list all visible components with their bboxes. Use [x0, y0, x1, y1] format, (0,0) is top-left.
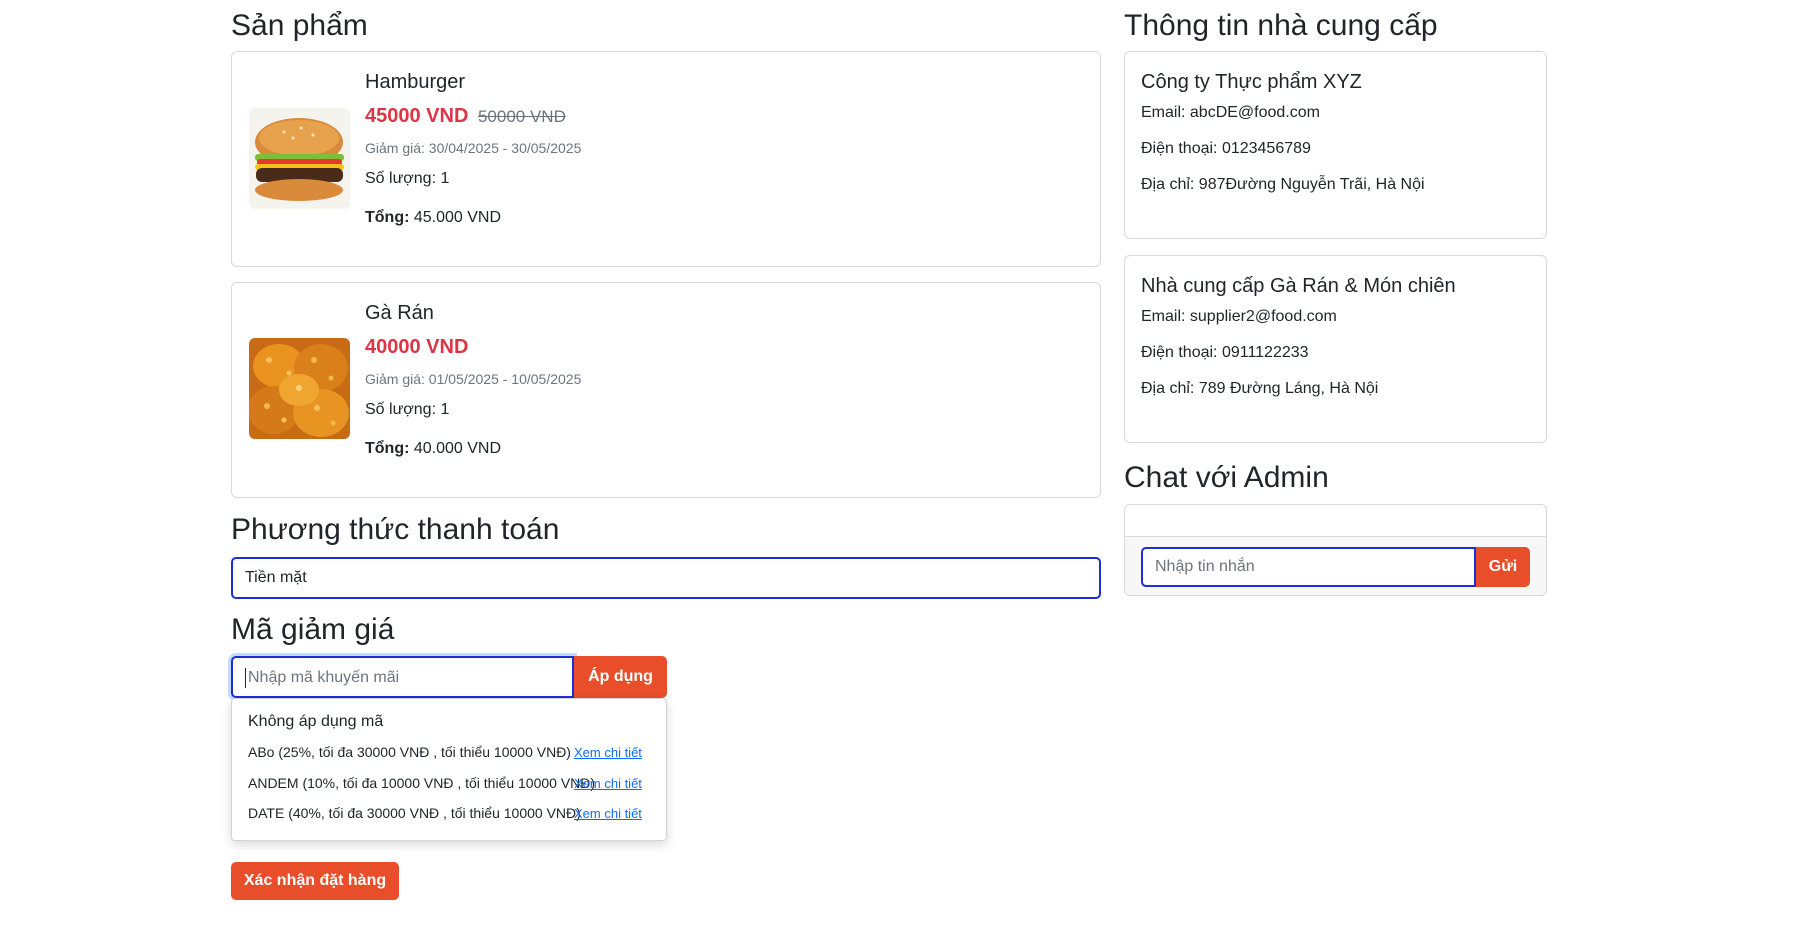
product-card-fried-chicken: Gà Rán 40000 VND Giảm giá: 01/05/2025 - … — [231, 282, 1101, 498]
product-info: Gà Rán 40000 VND Giảm giá: 01/05/2025 - … — [365, 301, 581, 458]
products-heading: Sản phẩm — [231, 9, 368, 42]
send-message-button[interactable]: Gửi — [1476, 547, 1530, 587]
supplier-email: Email: abcDE@food.com — [1141, 104, 1320, 121]
total-value: 40.000 VND — [413, 440, 502, 457]
price-row: 40000 VND — [365, 336, 581, 359]
supplier-address: Địa chỉ: 789 Đường Láng, Hà Nội — [1141, 380, 1379, 397]
coupon-option-none[interactable]: Không áp dụng mã — [248, 713, 383, 731]
payment-heading: Phương thức thanh toán — [231, 513, 560, 546]
suppliers-heading: Thông tin nhà cung cấp — [1124, 9, 1438, 42]
chat-heading: Chat với Admin — [1124, 461, 1329, 494]
discount-period: Giảm giá: 01/05/2025 - 10/05/2025 — [365, 371, 582, 387]
coupon-detail-link[interactable]: Xem chi tiết — [574, 745, 642, 760]
confirm-order-button[interactable]: Xác nhận đặt hàng — [231, 862, 399, 900]
chat-footer: Nhập tin nhắn Gửi — [1125, 537, 1546, 595]
coupon-detail-link[interactable]: Xem chi tiết — [574, 776, 642, 791]
product-old-price: 50000 VND — [477, 107, 566, 126]
supplier-card: Công ty Thực phẩm XYZ Email: abcDE@food.… — [1124, 51, 1547, 239]
total-label: Tổng: — [365, 209, 410, 226]
product-price: 40000 VND — [365, 336, 469, 358]
coupon-option[interactable]: ANDEM (10%, tối đa 10000 VNĐ , tối thiểu… — [248, 775, 595, 791]
coupon-heading: Mã giảm giá — [231, 613, 395, 646]
coupon-input[interactable]: Nhập mã khuyến mãi — [231, 656, 574, 698]
total-value: 45.000 VND — [413, 209, 502, 226]
coupon-option[interactable]: ABo (25%, tối đa 30000 VNĐ , tối thiểu 1… — [248, 744, 571, 760]
payment-method-select[interactable]: Tiền mặt — [231, 557, 1101, 599]
supplier-card: Nhà cung cấp Gà Rán & Món chiên Email: s… — [1124, 255, 1547, 443]
coupon-detail-link[interactable]: Xem chi tiết — [574, 806, 642, 821]
supplier-name: Công ty Thực phẩm XYZ — [1141, 71, 1362, 93]
supplier-address: Địa chỉ: 987Đường Nguyễn Trãi, Hà Nội — [1141, 176, 1425, 193]
product-name: Gà Rán — [365, 302, 434, 324]
chat-messages — [1125, 505, 1546, 537]
product-info: Hamburger 45000 VND 50000 VND Giảm giá: … — [365, 70, 581, 227]
coupon-option[interactable]: DATE (40%, tối đa 30000 VNĐ , tối thiểu … — [248, 805, 581, 821]
supplier-phone: Điện thoại: 0911122233 — [1141, 344, 1309, 361]
supplier-name: Nhà cung cấp Gà Rán & Món chiên — [1141, 275, 1456, 297]
total-label: Tổng: — [365, 440, 410, 457]
product-name: Hamburger — [365, 71, 466, 93]
product-card-hamburger: Hamburger 45000 VND 50000 VND Giảm giá: … — [231, 51, 1101, 267]
coupon-dropdown: Không áp dụng mã ABo (25%, tối đa 30000 … — [231, 698, 667, 841]
chat-box: Nhập tin nhắn Gửi — [1124, 504, 1547, 596]
supplier-email: Email: supplier2@food.com — [1141, 308, 1337, 325]
apply-coupon-button[interactable]: Áp dụng — [574, 656, 667, 698]
fried-chicken-image — [249, 338, 350, 439]
coupon-placeholder: Nhập mã khuyến mãi — [248, 669, 400, 687]
product-total: Tổng: 45.000 VND — [365, 209, 581, 227]
supplier-phone: Điện thoại: 0123456789 — [1141, 140, 1311, 157]
price-row: 45000 VND 50000 VND — [365, 105, 581, 128]
discount-period: Giảm giá: 30/04/2025 - 30/05/2025 — [365, 140, 582, 156]
text-caret — [245, 668, 246, 688]
hamburger-image — [249, 108, 350, 209]
product-quantity: Số lượng: 1 — [365, 170, 450, 187]
product-total: Tổng: 40.000 VND — [365, 440, 581, 458]
product-price: 45000 VND — [365, 105, 469, 127]
chat-message-input[interactable]: Nhập tin nhắn — [1141, 547, 1476, 587]
product-quantity: Số lượng: 1 — [365, 401, 450, 418]
